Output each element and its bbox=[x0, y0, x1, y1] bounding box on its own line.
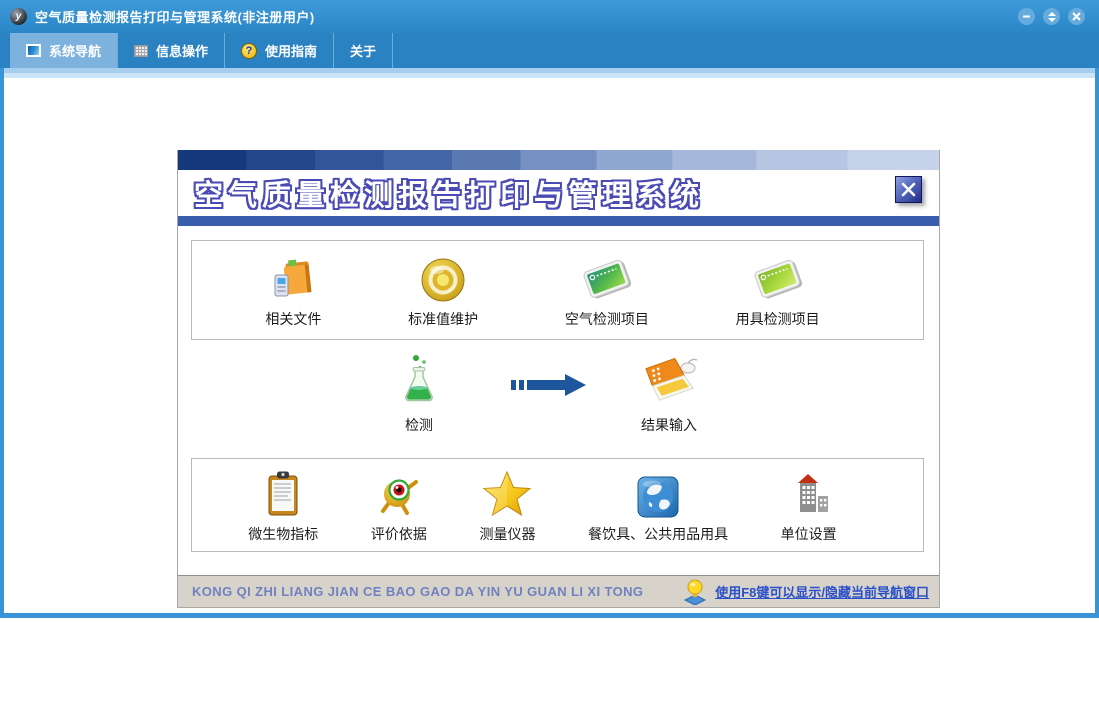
group-box-bottom: 微生物指标 评价依据 测量仪器 餐饮具、公共用品用具 单位设置 bbox=[191, 458, 924, 552]
nav-item-label: 标准值维护 bbox=[408, 311, 479, 327]
panel-title-row: 空气质量检测报告打印与管理系统 bbox=[178, 170, 939, 216]
panel-title: 空气质量检测报告打印与管理系统 bbox=[194, 180, 705, 212]
tab-about[interactable]: 关于 bbox=[334, 33, 394, 68]
nav-item-label: 空气检测项目 bbox=[564, 311, 649, 327]
tab-system-navigation[interactable]: 系统导航 bbox=[10, 33, 119, 68]
globe-icon bbox=[637, 476, 679, 518]
clipboard-icon bbox=[268, 471, 298, 516]
tab-bar: 系统导航 信息操作 ? 使用指南 关于 bbox=[0, 33, 1099, 68]
tab-user-guide[interactable]: ? 使用指南 bbox=[225, 33, 335, 68]
nav-item-label: 测量仪器 bbox=[479, 526, 536, 542]
flow-arrow-icon bbox=[511, 374, 586, 396]
window-bottom-border bbox=[0, 613, 1099, 618]
f8-hint-link[interactable]: 使用F8键可以显示/隐藏当前导航窗口 bbox=[683, 579, 929, 605]
nav-item-label: 结果输入 bbox=[641, 417, 697, 433]
desktop: y 空气质量检测报告打印与管理系统(非注册用户) 系统导航 信息操作 ? 使用指… bbox=[0, 0, 1099, 723]
nav-item-measuring-instruments[interactable]: 测量仪器 bbox=[479, 466, 535, 544]
tab-label: 信息操作 bbox=[156, 44, 209, 59]
minimize-button[interactable] bbox=[1018, 8, 1035, 25]
panel-status-bar: KONG QI ZHI LIANG JIAN CE BAO GAO DA YIN… bbox=[178, 575, 939, 607]
content-top-strip bbox=[4, 68, 1095, 78]
close-button[interactable] bbox=[1068, 8, 1085, 25]
nav-item-detect[interactable]: 检测 bbox=[374, 354, 464, 435]
panel-body: 相关文件 标准值维护 空气检测项目 用具检测项目 检测 结果输入 微生物指标 评… bbox=[178, 226, 939, 575]
nav-item-result-input[interactable]: 结果输入 bbox=[624, 354, 714, 435]
air-test-card-icon bbox=[583, 259, 631, 299]
app-icon: y bbox=[10, 8, 27, 25]
tab-label: 使用指南 bbox=[265, 44, 318, 59]
eye-creature-icon bbox=[380, 479, 418, 515]
panel-divider bbox=[178, 216, 939, 226]
restore-button[interactable] bbox=[1043, 8, 1060, 25]
flask-icon bbox=[405, 355, 433, 402]
grid-icon bbox=[134, 44, 149, 57]
panel-gradient-bar bbox=[178, 150, 939, 170]
target-rings-icon bbox=[421, 258, 465, 302]
star-icon bbox=[483, 470, 532, 517]
nav-item-unit-settings[interactable]: 单位设置 bbox=[781, 466, 837, 544]
help-icon: ? bbox=[241, 42, 258, 59]
tab-label: 关于 bbox=[350, 44, 377, 59]
window-title: 空气质量检测报告打印与管理系统(非注册用户) bbox=[35, 10, 315, 25]
monitor-icon bbox=[26, 44, 41, 57]
flow-arrow bbox=[511, 372, 587, 403]
nav-item-air-test-items[interactable]: 空气检测项目 bbox=[565, 251, 649, 329]
close-icon bbox=[1072, 12, 1081, 21]
laptop-input-icon bbox=[645, 357, 698, 401]
nav-item-label: 微生物指标 bbox=[248, 526, 319, 542]
nav-item-microbial-index[interactable]: 微生物指标 bbox=[248, 466, 318, 544]
tool-test-card-icon bbox=[754, 259, 802, 299]
tab-label: 系统导航 bbox=[49, 44, 102, 59]
bulb-icon bbox=[684, 579, 707, 605]
window-controls bbox=[1018, 8, 1099, 25]
group-box-top: 相关文件 标准值维护 空气检测项目 用具检测项目 bbox=[191, 240, 924, 340]
nav-item-related-files[interactable]: 相关文件 bbox=[265, 251, 321, 329]
panel-close-button[interactable] bbox=[895, 176, 922, 203]
folder-files-icon bbox=[274, 259, 312, 297]
nav-item-standard-value[interactable]: 标准值维护 bbox=[408, 251, 478, 329]
close-x-icon bbox=[901, 182, 916, 197]
navigation-panel: 空气质量检测报告打印与管理系统 相关文件 标准值维护 空气检测项目 用具检测项目… bbox=[177, 150, 940, 608]
nav-item-tableware-public-items[interactable]: 餐饮具、公共用品用具 bbox=[588, 466, 728, 544]
nav-item-label: 检测 bbox=[405, 417, 433, 433]
minimize-icon bbox=[1023, 15, 1030, 18]
restore-icon bbox=[1047, 11, 1056, 22]
tab-info-operations[interactable]: 信息操作 bbox=[118, 33, 226, 68]
titlebar: y 空气质量检测报告打印与管理系统(非注册用户) bbox=[0, 0, 1099, 33]
nav-item-evaluation-basis[interactable]: 评价依据 bbox=[371, 466, 427, 544]
nav-item-label: 单位设置 bbox=[780, 526, 837, 542]
nav-item-label: 用具检测项目 bbox=[735, 311, 820, 327]
nav-item-tool-test-items[interactable]: 用具检测项目 bbox=[736, 251, 820, 329]
nav-item-label: 餐饮具、公共用品用具 bbox=[588, 526, 729, 542]
f8-hint-text: 使用F8键可以显示/隐藏当前导航窗口 bbox=[715, 585, 929, 600]
pinyin-text: KONG QI ZHI LIANG JIAN CE BAO GAO DA YIN… bbox=[192, 584, 644, 599]
buildings-icon bbox=[797, 474, 828, 512]
nav-item-label: 相关文件 bbox=[265, 311, 322, 327]
nav-item-label: 评价依据 bbox=[370, 526, 427, 542]
